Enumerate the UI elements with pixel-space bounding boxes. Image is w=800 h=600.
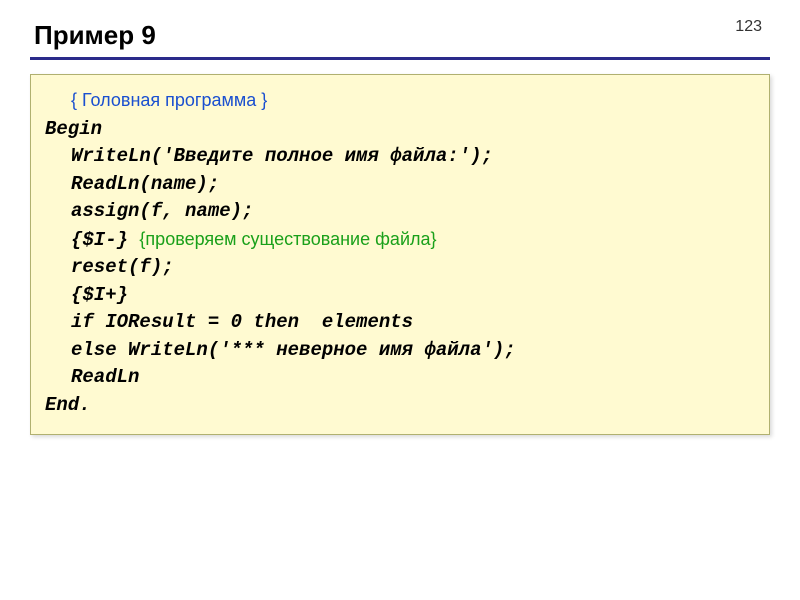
code-block: { Головная программа } Begin WriteLn('Вв… [30,74,770,435]
code-line: {$I-} [71,229,128,251]
code-line: if IOResult = 0 then elements [45,309,413,337]
code-line: End. [45,392,755,420]
code-line: ReadLn(name); [45,171,219,199]
code-line: {$I+} [45,282,128,310]
slide-title: Пример 9 [34,20,770,51]
code-line: assign(f, name); [45,198,253,226]
code-comment-header: { Головная программа } [71,90,267,110]
code-line: ReadLn [45,364,139,392]
code-comment-inline: {проверяем существование файла} [139,229,436,249]
page-number: 123 [735,18,762,36]
code-line: Begin [45,116,755,144]
title-underline [30,57,770,60]
code-line: else WriteLn('*** неверное имя файла'); [45,337,516,365]
code-line: WriteLn('Введите полное имя файла:'); [45,143,493,171]
code-line: reset(f); [45,254,174,282]
